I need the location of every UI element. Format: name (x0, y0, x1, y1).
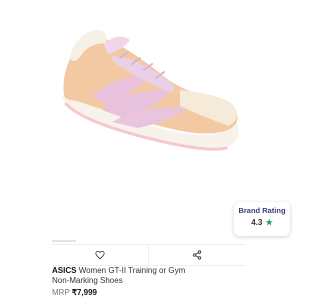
image-carousel-indicator (52, 240, 76, 242)
brand-name: ASICS (52, 266, 77, 275)
product-info: ASICS Women GT-II Training or Gym Non-Ma… (52, 266, 252, 297)
brand-rating-badge[interactable]: Brand Rating 4.3 ★ (234, 202, 290, 236)
star-icon: ★ (265, 218, 273, 227)
product-actions (52, 244, 246, 266)
brand-rating-title: Brand Rating (238, 206, 286, 215)
price-row: MRP ₹7,999 (52, 288, 252, 297)
share-button[interactable] (149, 245, 245, 265)
product-title[interactable]: ASICS Women GT-II Training or Gym (52, 266, 252, 276)
heart-icon (95, 250, 105, 260)
product-name-line2: Non-Marking Shoes (52, 276, 123, 285)
mrp-label: MRP (52, 288, 70, 297)
product-price: ₹7,999 (71, 288, 97, 297)
wishlist-button[interactable] (52, 245, 149, 265)
share-icon (192, 250, 202, 260)
brand-rating-value-row: 4.3 ★ (234, 218, 290, 227)
product-name-line1: Women GT-II Training or Gym (78, 266, 186, 275)
brand-rating-value: 4.3 (251, 218, 263, 227)
